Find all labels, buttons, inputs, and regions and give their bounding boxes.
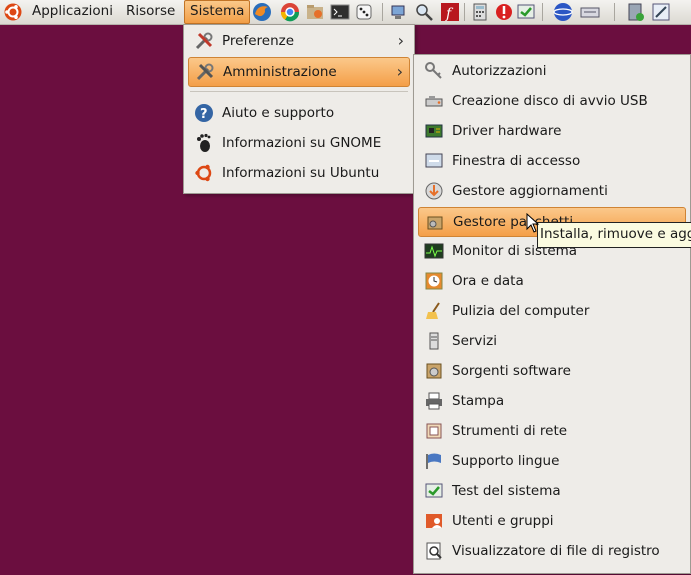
mouse-pointer-icon bbox=[526, 213, 540, 233]
package-manager-icon bbox=[427, 216, 443, 230]
menu-item-label: Test del sistema bbox=[452, 483, 561, 499]
menu-item-supporto-lingue[interactable]: Supporto lingue bbox=[418, 447, 686, 475]
system-monitor-icon bbox=[424, 243, 444, 259]
keyboard-icon[interactable] bbox=[580, 2, 600, 22]
menu-item-usb-startup[interactable]: Creazione disco di avvio USB bbox=[418, 87, 686, 115]
gnome-foot-icon bbox=[197, 133, 211, 152]
menu-item-label: Informazioni su Ubuntu bbox=[222, 165, 380, 181]
calculator-icon[interactable] bbox=[470, 2, 490, 22]
network-tools-icon bbox=[426, 423, 442, 439]
clock-icon bbox=[425, 272, 443, 290]
dice-game-icon[interactable] bbox=[354, 2, 374, 22]
software-sources-icon bbox=[426, 363, 442, 379]
menu-item-amministrazione[interactable]: Amministrazione › bbox=[188, 57, 410, 87]
users-icon bbox=[426, 514, 442, 528]
sistema-dropdown: Preferenze › Amministrazione › ? Aiuto e… bbox=[183, 24, 415, 194]
menu-item-stampa[interactable]: Stampa bbox=[418, 387, 686, 415]
panel-separator bbox=[542, 3, 543, 21]
menu-item-ora-data[interactable]: Ora e data bbox=[418, 267, 686, 295]
usb-drive-icon bbox=[425, 96, 443, 107]
menu-item-autorizzazioni[interactable]: Autorizzazioni bbox=[418, 57, 686, 85]
terminal-icon[interactable] bbox=[330, 2, 350, 22]
menu-item-gestore-aggiornamenti[interactable]: Gestore aggiornamenti bbox=[418, 177, 686, 205]
menu-item-pulizia[interactable]: Pulizia del computer bbox=[418, 297, 686, 325]
menu-item-label: Creazione disco di avvio USB bbox=[452, 93, 648, 109]
top-panel: Applicazioni Risorse Sistema f bbox=[0, 0, 691, 25]
menu-item-label: Preferenze bbox=[222, 33, 295, 49]
menu-separator bbox=[190, 91, 408, 92]
sistema-menu[interactable]: Sistema bbox=[184, 0, 251, 24]
panel-separator bbox=[382, 3, 383, 21]
filezilla-icon[interactable]: f bbox=[440, 2, 460, 22]
help-icon: ? bbox=[195, 104, 213, 122]
menu-item-info-gnome[interactable]: Informazioni su GNOME bbox=[188, 129, 410, 157]
menu-item-label: Amministrazione bbox=[223, 64, 337, 80]
log-viewer-icon bbox=[426, 542, 442, 560]
menu-item-label: Strumenti di rete bbox=[452, 423, 568, 439]
services-icon bbox=[429, 332, 439, 350]
menu-item-preferenze[interactable]: Preferenze › bbox=[188, 27, 410, 55]
menu-item-label: Visualizzatore di file di registro bbox=[452, 543, 660, 559]
menu-item-aiuto[interactable]: ? Aiuto e supporto bbox=[188, 99, 410, 127]
broom-icon bbox=[426, 302, 440, 319]
menu-item-label: Servizi bbox=[452, 333, 498, 349]
login-window-icon bbox=[425, 153, 443, 168]
system-check-icon[interactable] bbox=[516, 2, 536, 22]
server-icon[interactable] bbox=[626, 2, 646, 22]
update-manager-icon bbox=[425, 182, 443, 200]
menu-item-label: Stampa bbox=[452, 393, 505, 409]
tools-icon bbox=[196, 63, 214, 81]
language-flag-icon bbox=[426, 453, 441, 469]
system-test-icon bbox=[425, 483, 443, 498]
edit-window-icon[interactable] bbox=[651, 2, 671, 22]
keys-icon bbox=[425, 62, 442, 79]
risorse-menu[interactable]: Risorse bbox=[121, 0, 180, 24]
update-notifier-icon[interactable] bbox=[494, 2, 514, 22]
firefox-icon[interactable] bbox=[252, 2, 272, 22]
search-tool-icon[interactable] bbox=[414, 2, 434, 22]
menu-item-label: Informazioni su GNOME bbox=[222, 135, 382, 151]
panel-separator bbox=[464, 3, 465, 21]
menu-item-label: Sorgenti software bbox=[452, 363, 571, 379]
tools-icon bbox=[195, 32, 213, 50]
hardware-card-icon bbox=[425, 124, 443, 138]
ubuntu-icon bbox=[195, 164, 212, 182]
menu-item-label: Utenti e gruppi bbox=[452, 513, 554, 529]
menu-item-strumenti-rete[interactable]: Strumenti di rete bbox=[418, 417, 686, 445]
applicazioni-menu[interactable]: Applicazioni bbox=[27, 0, 118, 24]
menu-item-label: Autorizzazioni bbox=[452, 63, 547, 79]
menu-item-info-ubuntu[interactable]: Informazioni su Ubuntu bbox=[188, 159, 410, 187]
menu-item-finestra-accesso[interactable]: Finestra di accesso bbox=[418, 147, 686, 175]
network-icon[interactable] bbox=[389, 2, 409, 22]
menu-item-label: Supporto lingue bbox=[452, 453, 560, 469]
panel-separator bbox=[614, 3, 615, 21]
menu-item-test-sistema[interactable]: Test del sistema bbox=[418, 477, 686, 505]
chevron-right-icon: › bbox=[397, 31, 404, 50]
menu-item-label: Aiuto e supporto bbox=[222, 105, 335, 121]
tooltip: Installa, rimuove e aggi bbox=[537, 222, 691, 248]
printer-icon bbox=[426, 392, 442, 410]
svg-text:?: ? bbox=[200, 107, 208, 122]
menu-item-label: Ora e data bbox=[452, 273, 524, 289]
menu-item-label: Pulizia del computer bbox=[452, 303, 590, 319]
menu-item-label: Finestra di accesso bbox=[452, 153, 581, 169]
menu-item-visualizzatore-log[interactable]: Visualizzatore di file di registro bbox=[418, 537, 686, 565]
amministrazione-submenu: Autorizzazioni Creazione disco di avvio … bbox=[413, 54, 691, 574]
chrome-icon[interactable] bbox=[280, 2, 300, 22]
globe-icon[interactable] bbox=[553, 2, 573, 22]
menu-item-sorgenti-software[interactable]: Sorgenti software bbox=[418, 357, 686, 385]
menu-item-servizi[interactable]: Servizi bbox=[418, 327, 686, 355]
menu-item-label: Gestore aggiornamenti bbox=[452, 183, 608, 199]
menu-item-driver-hardware[interactable]: Driver hardware bbox=[418, 117, 686, 145]
home-folder-icon[interactable] bbox=[305, 2, 325, 22]
menu-item-utenti-gruppi[interactable]: Utenti e gruppi bbox=[418, 507, 686, 535]
ubuntu-logo-icon[interactable] bbox=[4, 3, 22, 21]
menu-item-label: Driver hardware bbox=[452, 123, 562, 139]
chevron-right-icon: › bbox=[396, 62, 403, 81]
